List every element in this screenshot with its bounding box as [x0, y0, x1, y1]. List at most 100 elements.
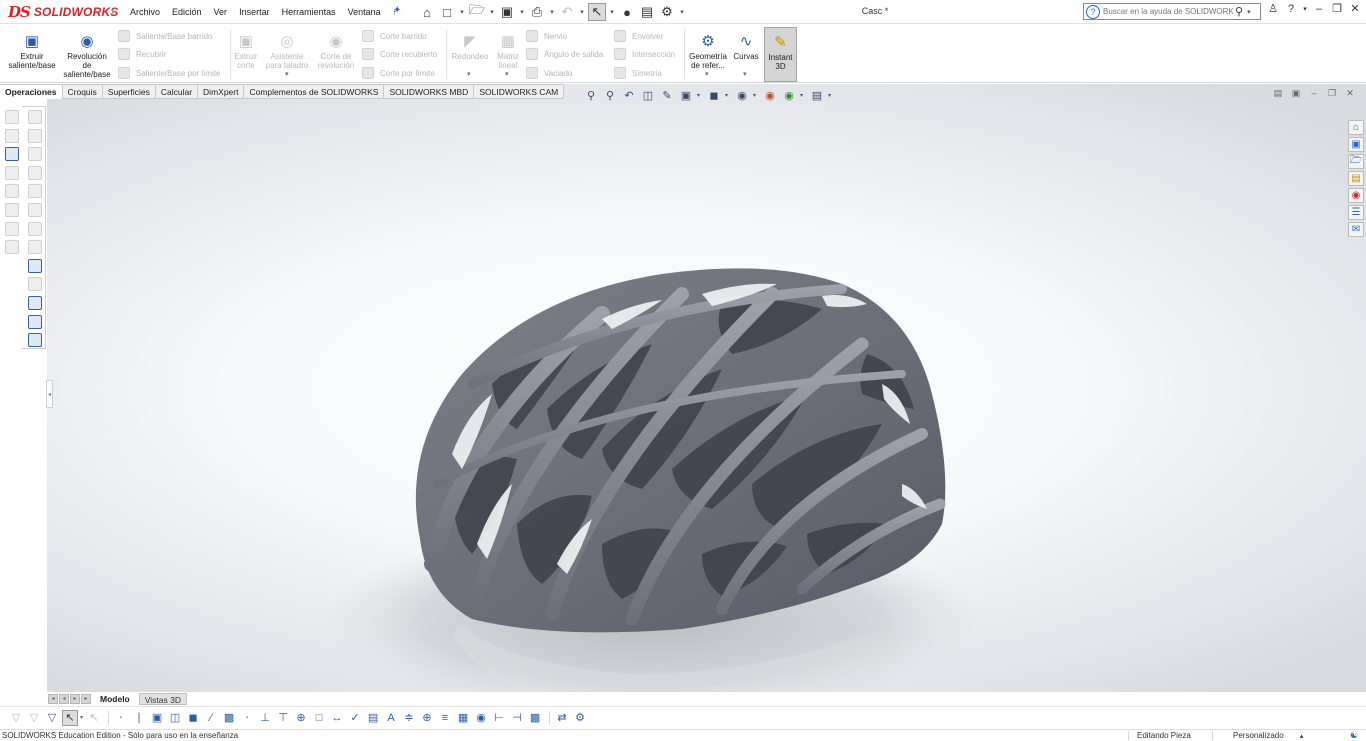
- chevron-down-icon[interactable]: ▾: [800, 92, 806, 99]
- feature-tool-icon[interactable]: [28, 277, 42, 292]
- filter-surface-finish-icon[interactable]: ✓: [347, 710, 363, 726]
- filter-datum-targets-icon[interactable]: ⊕: [419, 710, 435, 726]
- units-selector[interactable]: Personalizado ▴: [1212, 731, 1344, 740]
- section-view-icon[interactable]: ◫: [640, 88, 656, 102]
- linear-pattern-button[interactable]: ▦ Matriz lineal: [494, 27, 522, 71]
- sketch-tool-icon[interactable]: [5, 110, 19, 124]
- menu-herramientas[interactable]: Herramientas: [276, 7, 342, 17]
- boundary-cut-button[interactable]: Corte por límite: [362, 66, 435, 80]
- filter-connection-points-icon[interactable]: ⊢: [491, 710, 507, 726]
- chevron-down-icon[interactable]: ▾: [458, 8, 466, 16]
- filter-weld-symbols-icon[interactable]: ≑: [401, 710, 417, 726]
- filter-centerlines-icon[interactable]: □: [311, 710, 327, 726]
- home-icon[interactable]: ⌂: [1348, 120, 1364, 135]
- next-tab-icon[interactable]: ▸: [70, 693, 80, 704]
- zoom-to-area-icon[interactable]: ⚲: [602, 88, 618, 102]
- instant3d-button[interactable]: ✎ Instant 3D: [764, 27, 797, 82]
- chevron-down-icon[interactable]: ▾: [1302, 5, 1308, 13]
- filter-center-marks-icon[interactable]: ⊕: [293, 710, 309, 726]
- chevron-down-icon[interactable]: ▾: [578, 8, 586, 16]
- filter-switch-icon[interactable]: ⇄: [554, 710, 570, 726]
- select-other-icon[interactable]: ↖: [86, 710, 102, 726]
- restore-icon[interactable]: ❐: [1326, 88, 1338, 99]
- save-icon[interactable]: ▣: [498, 3, 516, 21]
- feature-tool-icon[interactable]: [28, 240, 42, 255]
- rib-button[interactable]: Nervio: [526, 29, 567, 43]
- close-icon[interactable]: ✕: [1344, 88, 1356, 99]
- chevron-down-icon[interactable]: ▾: [518, 8, 526, 16]
- filter-cosmetic-threads-icon[interactable]: ≡: [437, 710, 453, 726]
- tab-dimxpert[interactable]: DimXpert: [198, 84, 245, 99]
- tile-view-icon[interactable]: ▣: [1290, 88, 1302, 99]
- minimize-icon[interactable]: –: [1312, 3, 1326, 15]
- edit-appearance-icon[interactable]: ◉: [762, 88, 778, 102]
- boundary-boss-button[interactable]: Saliente/Base por límite: [118, 66, 221, 80]
- filter-icon[interactable]: ▽: [8, 710, 24, 726]
- tab-vistas-3d[interactable]: Vistas 3D: [138, 692, 187, 705]
- restore-view-icon[interactable]: ▤: [1272, 88, 1284, 99]
- filter-surfaces-icon[interactable]: ◫: [167, 710, 183, 726]
- filter-midpoints-icon[interactable]: ⊤: [275, 710, 291, 726]
- chevron-down-icon[interactable]: ▾: [467, 70, 471, 78]
- filter-routing-points-icon[interactable]: ⊣: [509, 710, 525, 726]
- tab-solidworks-mbd[interactable]: SOLIDWORKS MBD: [384, 84, 475, 99]
- view-settings-icon[interactable]: ▤: [809, 88, 825, 102]
- minimize-icon[interactable]: –: [1308, 88, 1320, 99]
- hide-show-items-icon[interactable]: ◉: [734, 88, 750, 102]
- feature-tool-icon[interactable]: [28, 184, 42, 199]
- menu-archivo[interactable]: Archivo: [124, 7, 166, 17]
- gear-icon[interactable]: ⚙: [658, 3, 676, 21]
- mirror-button[interactable]: Simetría: [614, 66, 662, 80]
- revolve-boss-button[interactable]: ◉ Revolución de saliente/base: [62, 27, 112, 80]
- feature-tool-icon[interactable]: [28, 202, 42, 217]
- filter-blocks-icon[interactable]: ▦: [455, 710, 471, 726]
- feature-tool-icon[interactable]: [28, 128, 42, 143]
- chevron-down-icon[interactable]: ▾: [743, 70, 747, 78]
- shell-button[interactable]: Vaciado: [526, 66, 572, 80]
- first-tab-icon[interactable]: ◂: [48, 693, 58, 704]
- custom-properties-icon[interactable]: ☰: [1348, 205, 1364, 220]
- home-icon[interactable]: ⌂: [418, 3, 436, 21]
- chevron-down-icon[interactable]: ▾: [753, 92, 759, 99]
- rebuild-icon[interactable]: ●: [618, 3, 636, 21]
- previous-view-icon[interactable]: ↶: [621, 88, 637, 102]
- file-properties-icon[interactable]: ▤: [638, 3, 656, 21]
- undo-icon[interactable]: ↶: [558, 3, 576, 21]
- print-icon[interactable]: ⎙: [528, 3, 546, 21]
- previous-tab-icon[interactable]: ◂: [59, 693, 69, 704]
- filter-axes-icon[interactable]: ∕: [203, 710, 219, 726]
- tab-complementos[interactable]: Complementos de SOLIDWORKS: [244, 84, 385, 99]
- reference-geometry-button[interactable]: ⚙ Geometría de refer...: [688, 27, 728, 71]
- tab-croquis[interactable]: Croquis: [62, 84, 103, 99]
- tab-calcular[interactable]: Calcular: [155, 84, 199, 99]
- chevron-down-icon[interactable]: ▾: [608, 8, 616, 16]
- draft-button[interactable]: Ángulo de salida: [526, 47, 603, 61]
- last-tab-icon[interactable]: ▸: [81, 693, 91, 704]
- hole-wizard-button[interactable]: ◎ Asistente para taladro: [263, 27, 311, 71]
- view-orientation-icon[interactable]: ▣: [678, 88, 694, 102]
- menu-ventana[interactable]: Ventana: [342, 7, 387, 17]
- close-icon[interactable]: ✕: [1348, 2, 1362, 15]
- feature-tool-icon[interactable]: [28, 165, 42, 180]
- filter-sketch-points-icon[interactable]: ⋅: [239, 710, 255, 726]
- menu-insertar[interactable]: Insertar: [233, 7, 276, 17]
- filter-clear-icon[interactable]: ▽: [26, 710, 42, 726]
- filter-solids-icon[interactable]: ◼: [185, 710, 201, 726]
- chevron-down-icon[interactable]: ▾: [285, 70, 289, 78]
- wrap-button[interactable]: Envolver: [614, 29, 663, 43]
- filter-faces-icon[interactable]: ▣: [149, 710, 165, 726]
- chevron-down-icon[interactable]: ▾: [1247, 8, 1251, 16]
- extrude-boss-button[interactable]: ▣ Extruir saliente/base: [4, 27, 60, 71]
- revolved-cut-button[interactable]: ◉ Corte de revolución: [314, 27, 358, 71]
- select-arrow-icon[interactable]: ↖: [588, 3, 606, 21]
- chevron-down-icon[interactable]: ▾: [828, 92, 834, 99]
- chevron-down-icon[interactable]: ▾: [80, 714, 83, 721]
- filter-dowel-pins-icon[interactable]: ◉: [473, 710, 489, 726]
- feature-tool-icon[interactable]: [28, 258, 42, 273]
- chevron-down-icon[interactable]: ▾: [725, 92, 731, 99]
- menu-edicion[interactable]: Edición: [166, 7, 208, 17]
- filter-geometric-tolerance-icon[interactable]: ▤: [365, 710, 381, 726]
- sketch-tool-icon[interactable]: [5, 128, 19, 143]
- helmet-model[interactable]: [302, 234, 1002, 692]
- sketch-tool-icon[interactable]: [5, 165, 19, 180]
